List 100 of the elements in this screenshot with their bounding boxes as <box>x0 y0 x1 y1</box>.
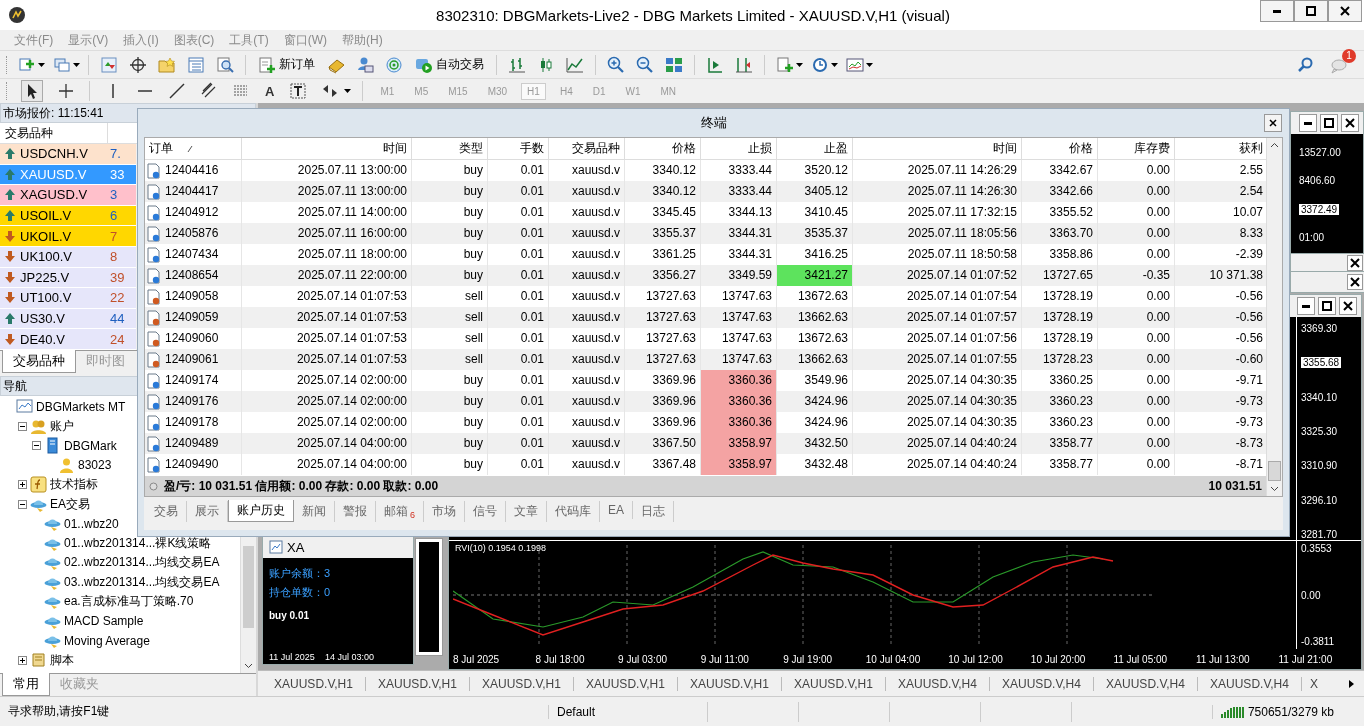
symbol-name: UK100.V <box>20 249 74 265</box>
chart-tab[interactable]: XAUUSD.V,H1 <box>366 676 470 691</box>
terminal-tab[interactable]: 文章 <box>506 501 547 522</box>
order-number: 12404912 <box>165 204 219 221</box>
tree-item[interactable]: DBGMarkets MT <box>36 399 126 414</box>
indicator-label: RVI(10) 0.1954 0.1998 <box>455 543 546 554</box>
tree-item[interactable]: 03..wbz201314...均线交易EA <box>64 573 220 591</box>
price-value: 7. <box>109 146 121 162</box>
total-profit: 10 031.51 <box>1208 479 1262 493</box>
symbol-row[interactable]: UK100.V 8 <box>0 246 136 268</box>
tree-item[interactable]: EA交易 <box>50 495 90 513</box>
price-cell: 3358.77 <box>1022 454 1098 475</box>
panel-tab[interactable]: 交易品种 <box>2 350 76 373</box>
price-value: 6 <box>109 208 118 224</box>
symbol-row[interactable]: XAGUSD.V 3 <box>0 185 136 206</box>
panel-tab[interactable]: 常用 <box>2 673 50 696</box>
tree-item[interactable]: 01..wbz20 <box>64 516 119 531</box>
tree-item[interactable]: 账户 <box>50 417 74 435</box>
time-cell: 2025.07.14 04:00:00 <box>242 454 412 475</box>
symbol-row[interactable]: DE40.V 24 <box>0 329 136 350</box>
symbol-row[interactable]: UKOIL.V 7 <box>0 226 136 247</box>
summary-text: 盈/亏: 10 031.51 信用额: 0.00 存款: 0.00 取款: 0.00 <box>164 477 439 495</box>
traffic-text: 750651/3279 kb <box>1247 704 1334 719</box>
symbol-row[interactable]: US30.V 44 <box>0 308 136 330</box>
tree-item[interactable]: 02..wbz201314...均线交易EA <box>64 554 220 572</box>
type-cell: buy <box>412 454 488 475</box>
symbol-row[interactable]: USOIL.V 6 <box>0 205 136 227</box>
window-title: 8302310: DBGMarkets-Live2 - DBG Markets Limited - XAUUSD.V,H1 (visual) <box>435 6 951 24</box>
column-header[interactable]: 交易品种 <box>549 138 625 159</box>
new-order-button[interactable]: 新订单 <box>254 53 319 76</box>
window-title: 终端 <box>700 114 727 132</box>
tree-item[interactable]: 技术指标 <box>50 476 98 494</box>
column-header[interactable]: 订单 <box>149 138 173 159</box>
symbol-name: UKOIL.V <box>20 228 73 244</box>
symbol-name: XAGUSD.V <box>20 187 89 203</box>
tree-item[interactable]: Moving Average <box>64 633 150 648</box>
time-axis-label: 8 Jul 2025 <box>453 653 501 665</box>
chart-tab[interactable]: XAUUSD.V,H4 <box>1198 676 1302 691</box>
price-value: 44 <box>109 311 125 327</box>
indicator-axis-label: 0.3553 <box>1301 543 1333 555</box>
time-axis-label: 11 Jul 21:00 <box>1278 653 1334 665</box>
indicator-axis-label: 0.00 <box>1301 589 1322 601</box>
terminal-tab[interactable]: 邮箱 <box>384 503 408 520</box>
order-number: 12409061 <box>165 351 219 368</box>
terminal-tab[interactable]: 交易 <box>146 501 187 522</box>
order-number: 12408654 <box>165 267 219 284</box>
tree-item[interactable]: 脚本 <box>50 651 74 669</box>
column-header[interactable]: 止盈 <box>777 138 853 159</box>
column-header[interactable]: 手数 <box>488 138 549 159</box>
terminal-tab[interactable]: 账户历史 <box>228 500 294 522</box>
terminal-tab[interactable]: 市场 <box>424 501 465 522</box>
symbol-name: US30.V <box>20 311 66 327</box>
chart-tab[interactable]: XAUUSD.V,H4 <box>1094 676 1198 691</box>
time-axis-label: 9 Jul 03:00 <box>618 653 669 665</box>
terminal-tab[interactable]: 新闻 <box>294 501 335 522</box>
symbol-name: XAUUSD.V <box>20 166 88 182</box>
tree-item[interactable]: MACD Sample <box>64 614 144 629</box>
chart-tab[interactable]: XAUUSD.V,H1 <box>782 676 886 691</box>
tree-item[interactable]: 01..wbz201314...裸K线策略 <box>64 534 212 552</box>
time-axis-label: 11 Jul 05:00 <box>1113 653 1169 665</box>
terminal-tab[interactable]: 警报 <box>335 501 376 522</box>
tree-item[interactable]: 83023 <box>78 458 112 473</box>
order-number: 12404416 <box>165 162 219 179</box>
price-axis-label: 13527.00 <box>1299 146 1342 158</box>
terminal-tab[interactable]: 信号 <box>465 501 506 522</box>
stop-loss-cell: 3360.36 <box>701 412 777 433</box>
terminal-tab[interactable]: 日志 <box>633 501 675 522</box>
stop-loss-cell: 3360.36 <box>701 391 777 412</box>
symbol-row[interactable]: UT100.V 22 <box>0 288 136 309</box>
price-value: 24 <box>109 331 125 347</box>
chart-tab[interactable]: XAUUSD.V,H1 <box>678 676 782 691</box>
tree-item[interactable]: DBGMark <box>64 438 117 453</box>
chart-tab[interactable]: X <box>1302 676 1326 691</box>
chart-tab[interactable]: XAUUSD.V,H4 <box>990 676 1094 691</box>
symbol-name: UT100.V <box>20 290 73 306</box>
column-header[interactable]: 时间 <box>242 138 412 159</box>
order-number: 12409490 <box>165 456 219 473</box>
current-price-label: 3372.49 <box>1299 203 1340 215</box>
terminal-tab[interactable]: 代码库 <box>547 501 600 522</box>
column-header[interactable]: 价格 <box>1022 138 1098 159</box>
auto-trading-button[interactable]: 自动交易 <box>411 53 488 76</box>
text-tool-button[interactable]: A <box>261 83 279 99</box>
tree-item[interactable]: ea.言成标准马丁策略.70 <box>64 593 194 611</box>
column-header[interactable]: 类型 <box>412 138 488 159</box>
time-axis-label: 10 Jul 20:00 <box>1030 653 1087 665</box>
order-number: 12409060 <box>165 330 219 347</box>
column-header[interactable]: 时间 <box>853 138 1022 159</box>
column-header[interactable]: 价格 <box>625 138 701 159</box>
symbol-row[interactable]: JP225.V 39 <box>0 267 136 289</box>
column-header[interactable]: 库存费 <box>1098 138 1175 159</box>
terminal-tab[interactable]: EA <box>600 501 634 519</box>
price-value: 22 <box>109 290 125 306</box>
symbol-row[interactable]: USDCNH.V 7. <box>0 144 136 165</box>
lots-cell: 0.01 <box>488 454 549 475</box>
chart-tab[interactable]: XAUUSD.V,H1 <box>470 676 574 691</box>
price-value: 7 <box>109 228 118 244</box>
chart-tab[interactable]: XAUUSD.V,H4 <box>886 676 990 691</box>
chart-tab[interactable]: XAUUSD.V,H1 <box>262 676 366 691</box>
column-header[interactable]: 止损 <box>701 138 777 159</box>
chart-tab[interactable]: XAUUSD.V,H1 <box>574 676 678 691</box>
